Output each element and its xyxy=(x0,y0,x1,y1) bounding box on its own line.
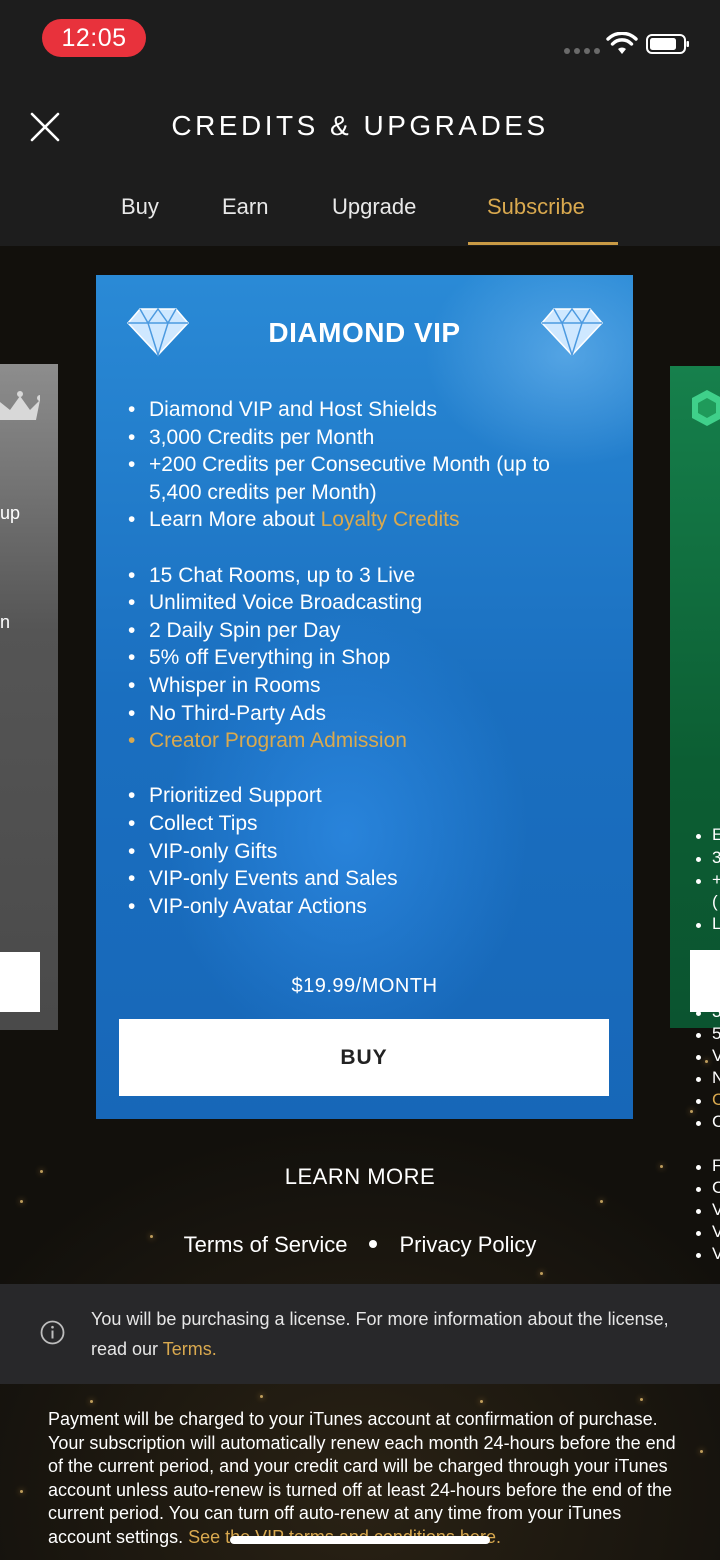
feature-text: Learn More about xyxy=(149,508,321,532)
license-notice: You will be purchasing a license. For mo… xyxy=(0,1284,720,1384)
feature-item: VIP-only Events and Sales xyxy=(128,865,608,893)
card-text-fragment: C xyxy=(712,1112,720,1131)
feature-item: Prioritized Support xyxy=(128,782,608,810)
loyalty-credits-link[interactable]: Loyalty Credits xyxy=(321,508,460,531)
tab-upgrade[interactable]: Upgrade xyxy=(332,194,416,220)
card-text-fragment: 5 xyxy=(712,1024,720,1043)
card-text-fragment: N xyxy=(712,1068,720,1087)
card-text-fragment: n xyxy=(0,612,11,632)
separator-dot xyxy=(369,1240,378,1249)
feature-list: Diamond VIP and Host Shields 3,000 Credi… xyxy=(128,396,608,920)
privacy-policy-link[interactable]: Privacy Policy xyxy=(399,1232,536,1257)
card-text-fragment: L xyxy=(712,914,720,933)
vip-card-previous[interactable]: up n xyxy=(0,364,58,1030)
card-text-fragment: ( xyxy=(712,892,718,911)
feature-item: Whisper in Rooms xyxy=(128,672,608,700)
card-text-fragment: E xyxy=(712,825,720,844)
card-text-fragment: V xyxy=(712,1200,720,1219)
info-icon xyxy=(40,1320,65,1345)
buy-button-previous[interactable] xyxy=(0,952,40,1012)
card-text-fragment: C xyxy=(712,1090,720,1109)
legal-links: Terms of Service Privacy Policy xyxy=(0,1232,720,1258)
buy-button[interactable]: BUY xyxy=(119,1019,609,1096)
creator-program-link[interactable]: Creator Program Admission xyxy=(128,727,608,755)
home-indicator[interactable] xyxy=(230,1536,490,1544)
diamond-vip-card: DIAMOND VIP Diamond VIP and Host Shields… xyxy=(96,275,633,1119)
tab-buy[interactable]: Buy xyxy=(121,194,159,220)
feature-item: 5% off Everything in Shop xyxy=(128,644,608,672)
diamond-icon xyxy=(540,307,604,357)
subscription-fine-print: Payment will be charged to your iTunes a… xyxy=(48,1408,678,1549)
feature-item: Unlimited Voice Broadcasting xyxy=(128,589,608,617)
card-text-fragment: 3 xyxy=(712,848,720,867)
tab-subscribe[interactable]: Subscribe xyxy=(487,194,585,220)
cellular-signal-icon xyxy=(564,48,600,54)
feature-item: 2 Daily Spin per Day xyxy=(128,617,608,645)
wifi-icon xyxy=(606,32,638,54)
status-bar: 12:05 xyxy=(0,0,720,80)
active-tab-indicator xyxy=(468,242,618,245)
feature-item: 15 Chat Rooms, up to 3 Live xyxy=(128,562,608,590)
learn-more-link[interactable]: LEARN MORE xyxy=(0,1164,720,1190)
card-text-fragment: + xyxy=(712,870,720,889)
license-text: You will be purchasing a license. For mo… xyxy=(91,1304,691,1364)
status-time: 12:05 xyxy=(42,19,146,57)
feature-item: 3,000 Credits per Month xyxy=(128,424,608,452)
feature-item-loyalty: Learn More about Loyalty Credits xyxy=(128,506,608,534)
battery-icon xyxy=(646,34,689,54)
terms-link[interactable]: Terms. xyxy=(163,1339,217,1359)
tab-bar: Buy Earn Upgrade Subscribe xyxy=(0,190,720,246)
vip-card-next[interactable]: E 3 + ( L 2 U 3 5 V N C C F C V V V xyxy=(670,366,720,1263)
feature-item: +200 Credits per Consecutive Month (up t… xyxy=(128,451,608,506)
feature-item: VIP-only Avatar Actions xyxy=(128,893,608,921)
page-title: CREDITS & UPGRADES xyxy=(171,110,549,141)
tab-earn[interactable]: Earn xyxy=(222,194,268,220)
card-text-fragment: V xyxy=(712,1046,720,1065)
crown-icon xyxy=(0,391,40,420)
feature-item: VIP-only Gifts xyxy=(128,838,608,866)
feature-item: Diamond VIP and Host Shields xyxy=(128,396,608,424)
card-text-fragment: up xyxy=(0,503,21,523)
buy-button-next[interactable] xyxy=(690,950,720,1012)
feature-item: No Third-Party Ads xyxy=(128,700,608,728)
emerald-icon xyxy=(692,390,720,426)
feature-item: Collect Tips xyxy=(128,810,608,838)
header: CREDITS & UPGRADES Buy Earn Upgrade Subs… xyxy=(0,80,720,246)
price-label: $19.99/MONTH xyxy=(291,975,438,997)
terms-of-service-link[interactable]: Terms of Service xyxy=(184,1232,348,1257)
